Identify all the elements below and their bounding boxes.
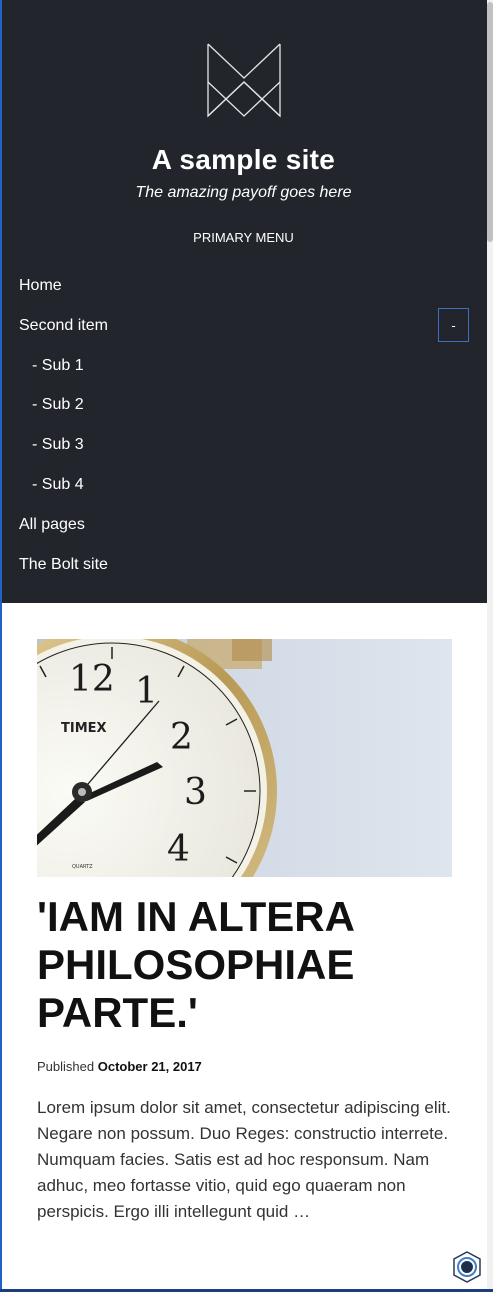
svg-text:3: 3 xyxy=(184,772,207,813)
primary-menu-title: PRIMARY MENU xyxy=(193,230,294,245)
published-label: Published xyxy=(37,1059,95,1074)
clock-subtext: QUARTZ xyxy=(72,864,93,870)
clock-brand-text: TIMEX xyxy=(61,721,107,736)
post-excerpt: Lorem ipsum dolor sit amet, consectetur … xyxy=(37,1098,451,1221)
menu-item-all-pages[interactable]: All pages xyxy=(19,516,85,534)
post-featured-image[interactable]: 12 1 2 3 4 TIMEX QUARTZ xyxy=(37,639,452,877)
svg-text:12: 12 xyxy=(69,659,115,700)
post-title[interactable]: 'IAM IN ALTERA PHILOSOPHIAE PARTE.' xyxy=(37,893,457,1037)
menu-item-sub-1[interactable]: - Sub 1 xyxy=(32,357,84,375)
menu-item-bolt-site[interactable]: The Bolt site xyxy=(19,556,108,574)
bolt-logo-icon[interactable] xyxy=(205,42,283,120)
submenu-toggle-button[interactable]: - xyxy=(438,308,469,342)
menu-item-home[interactable]: Home xyxy=(19,277,62,295)
window-left-edge xyxy=(0,0,2,1292)
site-title[interactable]: A sample site xyxy=(0,144,487,176)
menu-item-sub-4[interactable]: - Sub 4 xyxy=(32,476,84,494)
svg-text:4: 4 xyxy=(167,829,190,870)
menu-item-second-item[interactable]: Second item xyxy=(19,317,108,335)
settings-fab-icon[interactable] xyxy=(449,1249,485,1285)
svg-text:2: 2 xyxy=(170,717,193,758)
menu-item-sub-3[interactable]: - Sub 3 xyxy=(32,436,84,454)
menu-item-sub-2[interactable]: - Sub 2 xyxy=(32,396,84,414)
published-date: October 21, 2017 xyxy=(97,1059,202,1074)
site-header: A sample site The amazing payoff goes he… xyxy=(0,0,487,603)
post-meta: Published October 21, 2017 xyxy=(37,1059,202,1074)
site-tagline: The amazing payoff goes here xyxy=(135,184,352,201)
scrollbar-thumb[interactable] xyxy=(487,2,493,242)
